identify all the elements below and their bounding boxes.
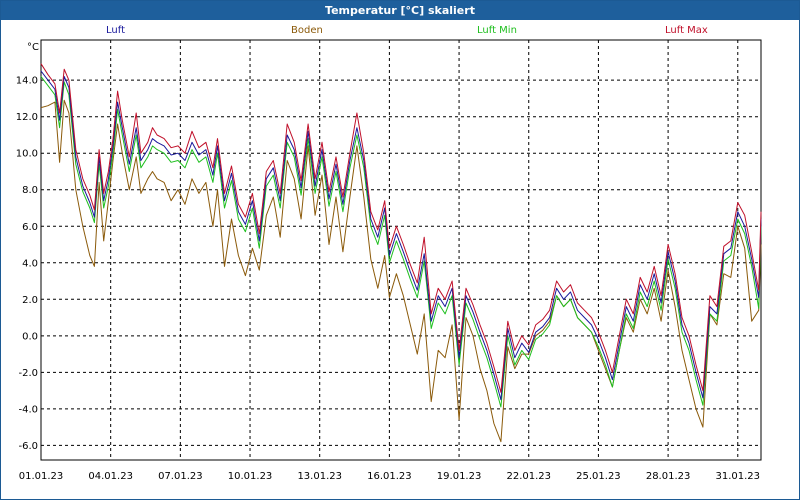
y-tick-label: 2.0 [22, 295, 38, 306]
x-tick-label: 04.01.23 [88, 471, 133, 482]
y-tick-label: 12.0 [16, 112, 38, 123]
y-tick-label: -4.0 [18, 404, 38, 415]
y-tick-label: -6.0 [18, 441, 38, 452]
x-tick-label: 25.01.23 [576, 471, 621, 482]
y-tick-label: 4.0 [22, 258, 38, 269]
x-tick-label: 07.01.23 [158, 471, 203, 482]
y-tick-label: 0.0 [22, 331, 38, 342]
x-tick-label: 19.01.23 [437, 471, 482, 482]
y-axis-unit-label: °C [27, 42, 39, 53]
y-tick-label: 10.0 [16, 149, 38, 160]
y-tick-label: 14.0 [16, 76, 38, 87]
chart-window: Temperatur [°C] skaliert Luft Boden Luft… [0, 0, 800, 500]
y-tick-label: 8.0 [22, 185, 38, 196]
x-tick-label: 13.01.23 [297, 471, 342, 482]
y-tick-label: 6.0 [22, 222, 38, 233]
window-title: Temperatur [°C] skaliert [1, 1, 799, 20]
y-tick-labels: 14.0 12.0 10.0 8.0 6.0 4.0 2.0 0.0 -2.0 -4.0 -6.0 [16, 76, 38, 452]
plot-area [40, 39, 762, 461]
x-tick-label: 01.01.23 [19, 471, 64, 482]
x-tick-label: 28.01.23 [646, 471, 691, 482]
x-tick-label: 31.01.23 [716, 471, 761, 482]
x-tick-label: 22.01.23 [506, 471, 551, 482]
x-tick-labels: 01.01.23 04.01.23 07.01.23 10.01.23 13.01.23… [19, 471, 760, 482]
temperature-chart: °C 14.0 12.0 10.0 8.0 6.0 4.0 2.0 0.0 -2.0 -4.0 -6… [16, 39, 762, 482]
x-tick-label: 16.01.23 [367, 471, 412, 482]
y-tick-label: -2.0 [18, 368, 38, 379]
x-tick-label: 10.01.23 [228, 471, 273, 482]
